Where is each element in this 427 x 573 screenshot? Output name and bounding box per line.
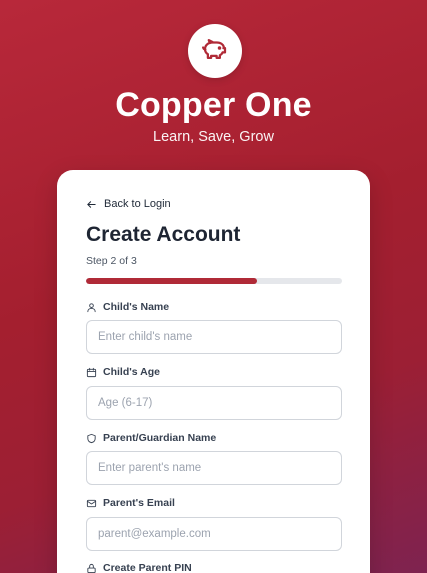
lock-icon: [87, 563, 96, 573]
child-age-input[interactable]: [86, 386, 342, 420]
child-age-label-text: Child's Age: [103, 366, 160, 378]
parent-name-input[interactable]: [86, 451, 342, 485]
piggy-bank-icon: [202, 39, 227, 59]
form-title: Create Account: [86, 223, 241, 246]
child-name-label-text: Child's Name: [103, 301, 170, 313]
user-icon: [87, 302, 96, 312]
shield-icon: [87, 433, 96, 443]
parent-pin-label: Create Parent PIN: [86, 562, 192, 573]
parent-email-input[interactable]: [86, 517, 342, 551]
step-indicator: Step 2 of 3: [86, 255, 137, 267]
parent-email-label: Parent's Email: [86, 497, 175, 509]
app-title: Copper One: [115, 86, 312, 124]
progress-fill: [86, 278, 257, 284]
parent-pin-label-text: Create Parent PIN: [103, 562, 192, 573]
calendar-icon: [86, 367, 97, 377]
signup-card: Back to Login Create Account Step 2 of 3…: [57, 170, 370, 573]
back-to-login-label: Back to Login: [104, 198, 171, 210]
app-logo: [188, 24, 242, 78]
parent-email-label-text: Parent's Email: [103, 497, 175, 509]
child-name-input[interactable]: [86, 320, 342, 354]
arrow-left-icon: [87, 200, 96, 208]
back-to-login-link[interactable]: Back to Login: [86, 198, 171, 210]
app-tagline: Learn, Save, Grow: [153, 129, 274, 145]
parent-name-label: Parent/Guardian Name: [86, 432, 216, 444]
child-name-label: Child's Name: [86, 301, 169, 313]
progress-bar: [86, 278, 342, 284]
mail-icon: [86, 499, 97, 507]
parent-name-label-text: Parent/Guardian Name: [103, 432, 217, 444]
signup-screen: Copper One Learn, Save, Grow Back to Log…: [0, 0, 427, 573]
child-age-label: Child's Age: [86, 366, 160, 378]
